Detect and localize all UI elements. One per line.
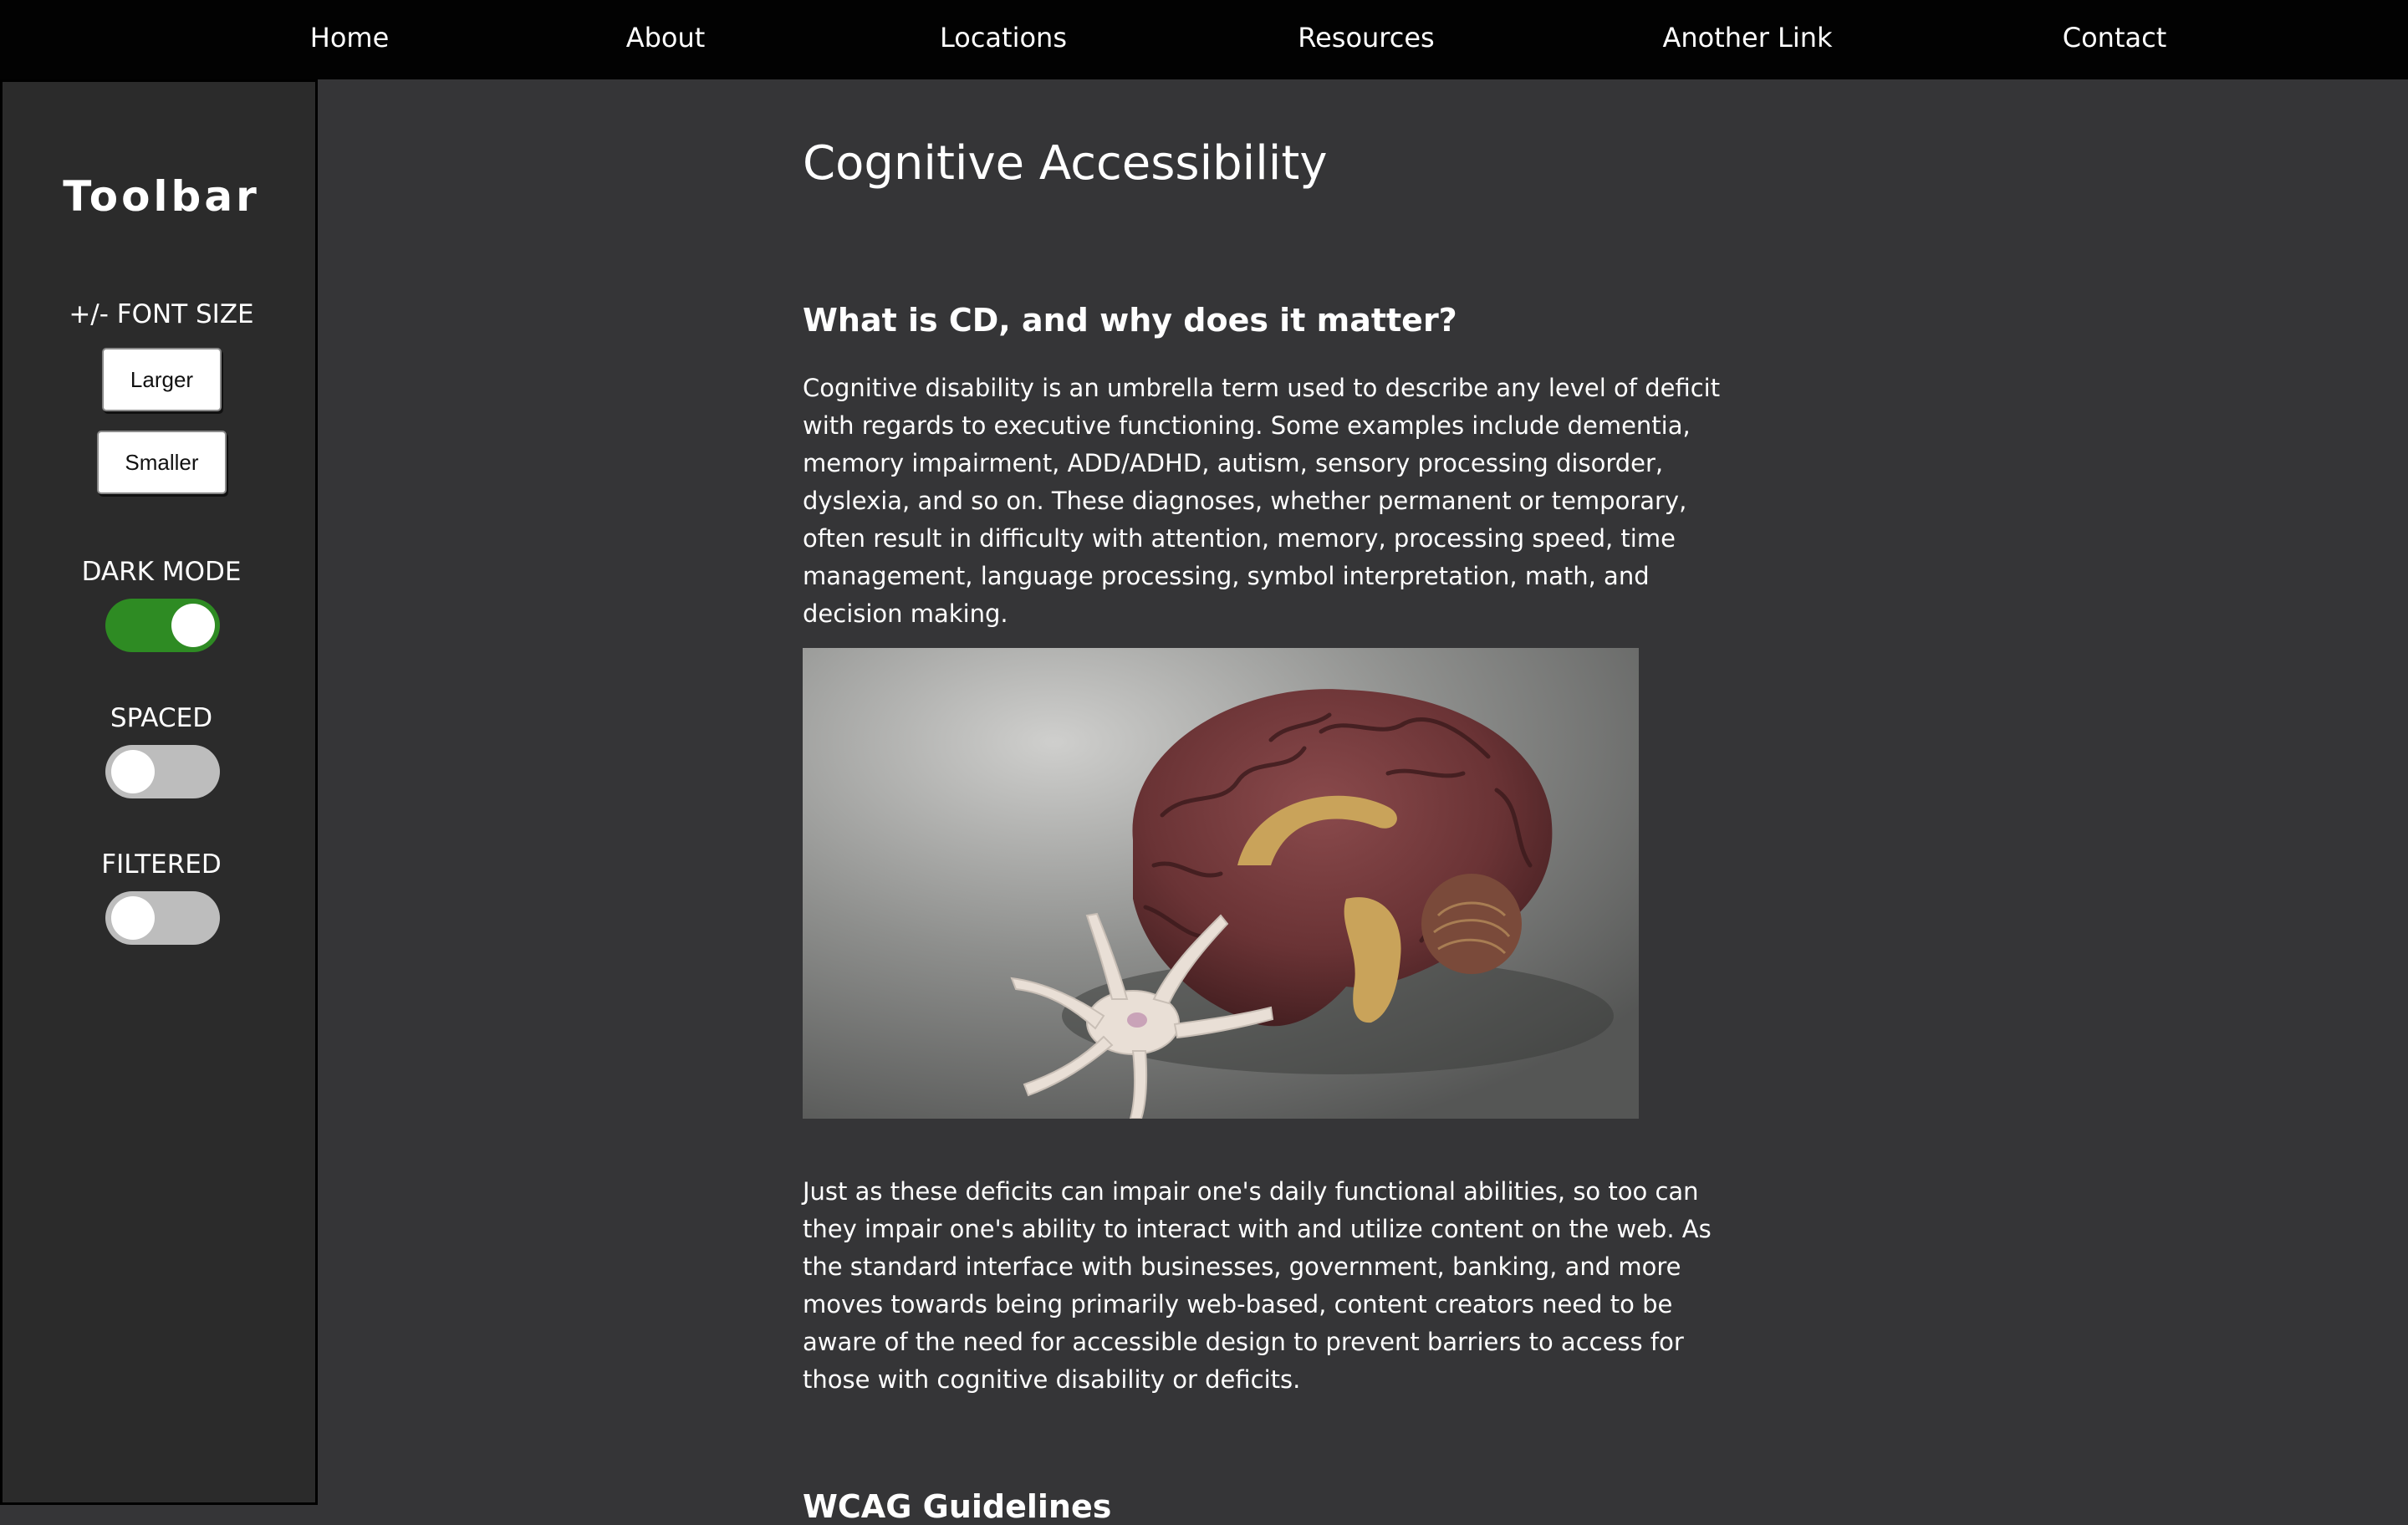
toggle-knob [171,604,215,647]
spaced-label: SPACED [110,703,213,733]
nav-link-home[interactable]: Home [310,22,390,54]
dark-mode-toggle[interactable] [105,599,220,652]
filtered-toggle[interactable] [105,891,220,945]
font-size-label: +/- FONT SIZE [69,299,254,329]
nav-link-about[interactable]: About [626,22,706,54]
page-title: Cognitive Accessibility [803,136,1328,191]
nav-link-locations[interactable]: Locations [940,22,1067,54]
nav-link-resources[interactable]: Resources [1298,22,1434,54]
toggle-knob [111,896,155,940]
nav-link-contact[interactable]: Contact [2063,22,2167,54]
smaller-font-button[interactable]: Smaller [97,431,227,494]
toggle-knob [111,750,155,793]
dark-mode-label: DARK MODE [81,557,242,587]
top-nav: Home About Locations Resources Another L… [0,0,2408,79]
brain-model-image [803,648,1639,1119]
intro-paragraph: Cognitive disability is an umbrella term… [803,374,1721,628]
section-heading-what-is-cd: What is CD, and why does it matter? [803,302,1457,339]
brain-illustration [803,648,1639,1119]
filtered-label: FILTERED [101,849,222,880]
larger-font-button[interactable]: Larger [102,348,222,411]
nav-link-another-link[interactable]: Another Link [1662,22,1832,54]
web-access-paragraph: Just as these deficits can impair one's … [803,1177,1712,1394]
section-heading-wcag: WCAG Guidelines [803,1488,1112,1525]
spaced-toggle[interactable] [105,745,220,798]
toolbar-title: Toolbar [63,172,260,221]
toolbar-sidebar: Toolbar +/- FONT SIZE Larger Smaller DAR… [0,79,318,1505]
